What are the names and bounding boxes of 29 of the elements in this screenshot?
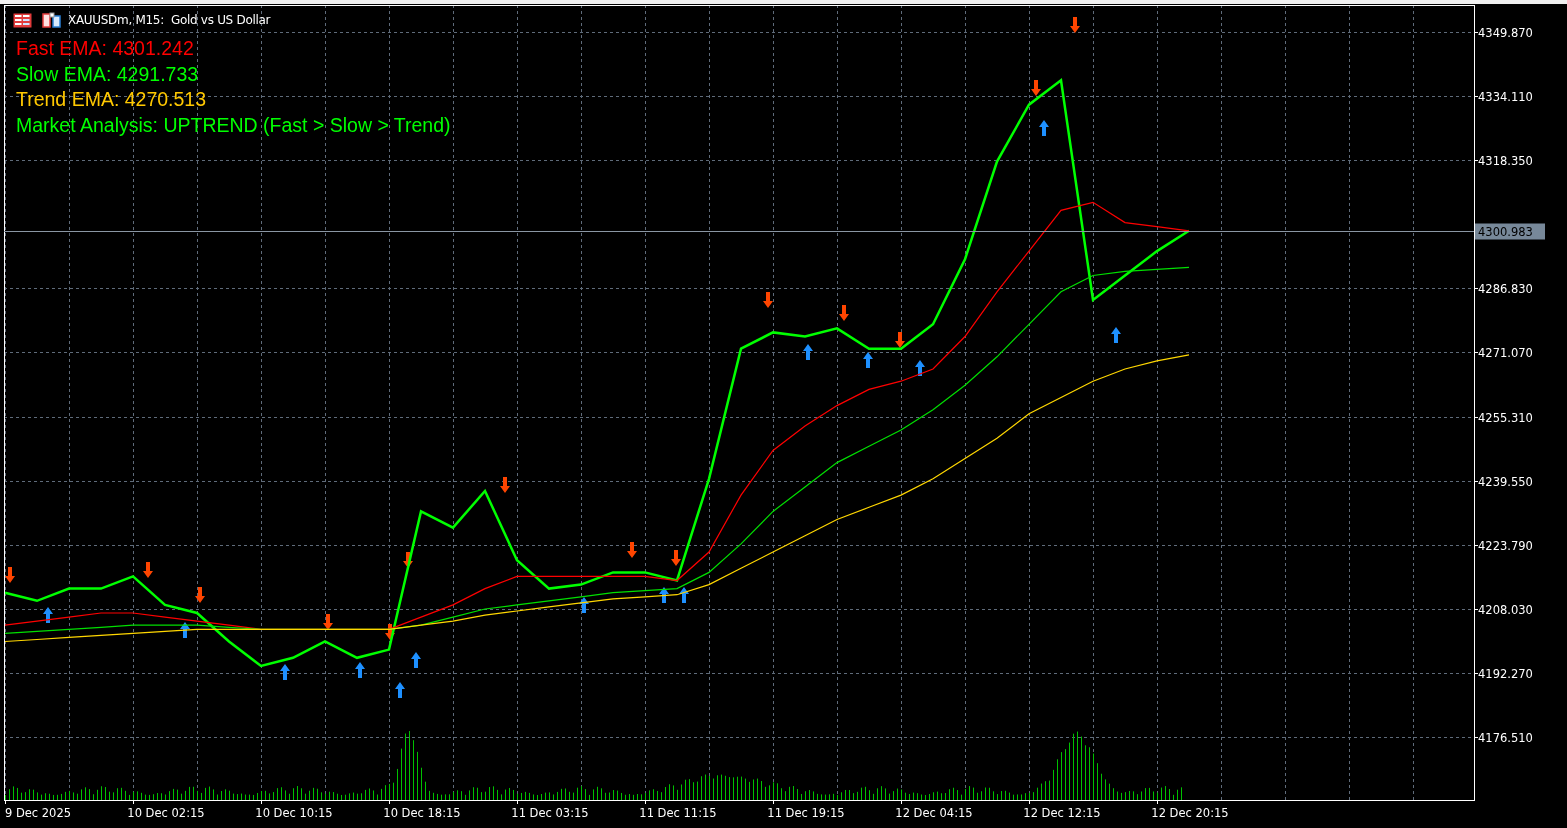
chart-title: XAUUSDm, M15: Gold vs US Dollar: [68, 13, 271, 27]
price-axis-label: 4208.030: [1478, 603, 1533, 617]
time-axis-label: 9 Dec 2025: [4, 806, 72, 820]
price-axis-label: 4349.870: [1478, 26, 1533, 40]
indicator-readout: Market Analysis: UPTREND (Fast > Slow > Trend): [16, 112, 451, 138]
price-axis-label: 4318.350: [1478, 154, 1533, 168]
time-axis-label: 11 Dec 11:15: [639, 806, 717, 820]
indicator-readout: Trend EMA: 4270.513: [16, 87, 208, 112]
time-axis-label: 10 Dec 18:15: [383, 806, 461, 820]
chart-window-icon[interactable]: [42, 12, 62, 28]
price-axis-label: 4176.510: [1478, 731, 1533, 745]
price-axis-label: 4255.310: [1478, 411, 1533, 425]
price-axis-label: 4192.270: [1478, 667, 1533, 681]
time-axis-label: 10 Dec 02:15: [127, 806, 205, 820]
time-axis-label: 11 Dec 03:15: [511, 806, 589, 820]
indicator-readout: Slow EMA: 4291.733: [16, 61, 200, 87]
price-axis-label: 4286.830: [1478, 282, 1533, 296]
price-axis-label: 4334.110: [1478, 90, 1533, 104]
price-axis-label: 4271.070: [1478, 346, 1533, 360]
time-axis-label: 10 Dec 10:15: [255, 806, 333, 820]
time-axis-label: 12 Dec 12:15: [1023, 806, 1101, 820]
price-axis-label: 4223.790: [1478, 539, 1533, 553]
current-price-label: 4300.983: [1475, 223, 1545, 240]
price-axis-label: 4239.550: [1478, 475, 1533, 489]
grid-window-icon[interactable]: [13, 12, 32, 28]
time-axis-label: 11 Dec 19:15: [767, 806, 845, 820]
time-axis-label: 12 Dec 20:15: [1151, 806, 1229, 820]
indicator-readout: Fast EMA: 4301.242: [16, 36, 195, 61]
time-axis-label: 12 Dec 04:15: [895, 806, 973, 820]
